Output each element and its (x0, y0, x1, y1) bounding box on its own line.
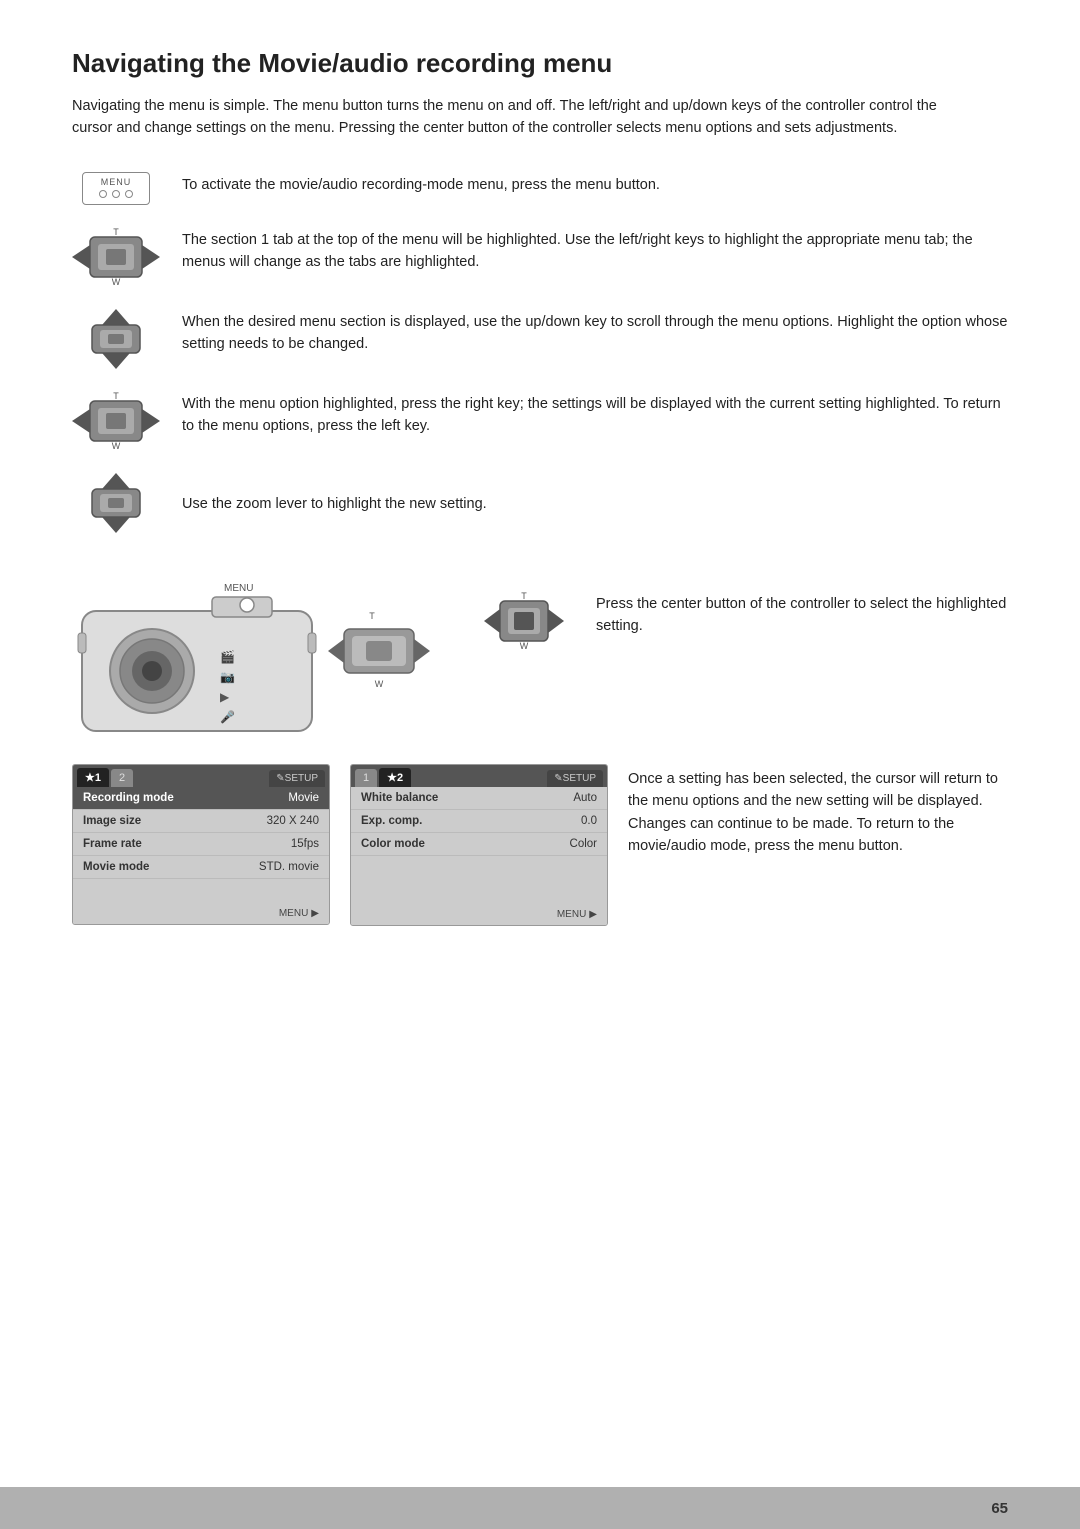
menu-key-image-size: Image size (83, 815, 141, 827)
controller-lr-icon-1: T W (72, 227, 160, 287)
composite-section: MENU 🎬 📷 ▶ 🎤 T (72, 561, 1008, 736)
instruction-4-text: With the menu option highlighted, press … (182, 391, 1008, 438)
menu-val-color-mode: Color (570, 838, 597, 850)
svg-text:T: T (113, 391, 119, 401)
menu-2-tab-active: ★2 (379, 768, 411, 787)
intro-text: Navigating the menu is simple. The menu … (72, 95, 972, 140)
svg-text:W: W (112, 441, 121, 451)
menu-screen-1: ★1 2 ✎SETUP Recording mode Movie Image s… (72, 764, 330, 925)
page-title: Navigating the Movie/audio recording men… (72, 48, 1008, 79)
menu-screen-2: 1 ★2 ✎SETUP White balance Auto Exp. comp… (350, 764, 608, 926)
menu-2-footer-label: MENU (557, 909, 586, 920)
svg-text:W: W (520, 641, 529, 651)
menu-instruction-text: Once a setting has been selected, the cu… (628, 764, 1008, 858)
menu-1-tab-active: ★1 (77, 768, 109, 787)
instruction-2-text: The section 1 tab at the top of the menu… (182, 227, 1008, 274)
menu-1-tab-active-label: ★1 (85, 771, 101, 784)
menu-val-white-balance: Auto (573, 792, 597, 804)
menu-button-icon: MENU (72, 172, 160, 205)
controller-ud-icon-2 (72, 473, 160, 533)
menu-val-recording-mode: Movie (288, 792, 319, 804)
svg-text:T: T (369, 611, 375, 621)
svg-text:MENU: MENU (224, 583, 253, 594)
menu-key-recording-mode: Recording mode (83, 792, 174, 804)
menu-2-tabs: 1 ★2 ✎SETUP (351, 765, 607, 787)
menu-row-color-mode: Color mode Color (351, 833, 607, 856)
menu-val-exp-comp: 0.0 (581, 815, 597, 827)
svg-text:W: W (375, 679, 384, 689)
menu-2-tab-active-label: ★2 (387, 771, 403, 784)
menu-2-footer-arrow: ▶ (589, 909, 597, 920)
camera-diagram: MENU 🎬 📷 ▶ 🎤 T (72, 561, 452, 736)
svg-text:🎬: 🎬 (220, 650, 235, 664)
controller-ud-icon-1 (72, 309, 160, 369)
menu-2-body: White balance Auto Exp. comp. 0.0 Color … (351, 787, 607, 904)
instruction-row-1: MENU To activate the movie/audio recordi… (72, 172, 1008, 205)
center-button-text: Press the center button of the controlle… (596, 561, 1008, 638)
instruction-3-text: When the desired menu section is display… (182, 309, 1008, 356)
svg-text:🎤: 🎤 (220, 709, 235, 724)
menu-2-footer: MENU ▶ (351, 904, 607, 925)
menu-key-color-mode: Color mode (361, 838, 425, 850)
menu-1-footer-arrow: ▶ (311, 908, 319, 919)
svg-text:▶: ▶ (220, 690, 230, 704)
menus-section: ★1 2 ✎SETUP Recording mode Movie Image s… (72, 764, 1008, 926)
menu-2-tab-setup: ✎SETUP (547, 770, 603, 787)
page-footer: 65 (0, 1487, 1080, 1529)
menu-row-movie-mode: Movie mode STD. movie (73, 856, 329, 879)
menu-1-footer-label: MENU (279, 908, 308, 919)
menu-key-frame-rate: Frame rate (83, 838, 142, 850)
menu-val-movie-mode: STD. movie (259, 861, 319, 873)
menu-val-frame-rate: 15fps (291, 838, 319, 850)
menu-1-tab-setup: ✎SETUP (269, 770, 325, 787)
menu-key-movie-mode: Movie mode (83, 861, 149, 873)
menu-key-exp-comp: Exp. comp. (361, 815, 422, 827)
menu-1-body: Recording mode Movie Image size 320 X 24… (73, 787, 329, 903)
svg-text:W: W (112, 277, 121, 287)
menu-row-white-balance: White balance Auto (351, 787, 607, 810)
controller-lr-icon-3: T W (484, 591, 564, 651)
menu-row-image-size: Image size 320 X 240 (73, 810, 329, 833)
instruction-row-3: When the desired menu section is display… (72, 309, 1008, 369)
svg-text:T: T (521, 591, 527, 601)
menu-key-white-balance: White balance (361, 792, 438, 804)
zoom-instruction-text: Use the zoom lever to highlight the new … (182, 491, 1008, 515)
zoom-row: Use the zoom lever to highlight the new … (72, 473, 1008, 533)
menu-row-frame-rate: Frame rate 15fps (73, 833, 329, 856)
instruction-row-2: T W The section 1 tab at the top of the … (72, 227, 1008, 287)
menu-1-tab-2: 2 (111, 769, 133, 787)
menu-2-tab-1: 1 (355, 769, 377, 787)
instruction-row-4: T W With the menu option highlighted, pr… (72, 391, 1008, 451)
menu-row-recording-mode: Recording mode Movie (73, 787, 329, 810)
controller-lr-icon-2: T W (72, 391, 160, 451)
svg-text:📷: 📷 (220, 670, 235, 684)
menu-1-tabs: ★1 2 ✎SETUP (73, 765, 329, 787)
menu-row-exp-comp: Exp. comp. 0.0 (351, 810, 607, 833)
menu-val-image-size: 320 X 240 (267, 815, 319, 827)
instruction-1-text: To activate the movie/audio recording-mo… (182, 172, 1008, 196)
svg-text:T: T (113, 227, 119, 237)
page-number: 65 (991, 1500, 1008, 1517)
menu-1-footer: MENU ▶ (73, 903, 329, 924)
